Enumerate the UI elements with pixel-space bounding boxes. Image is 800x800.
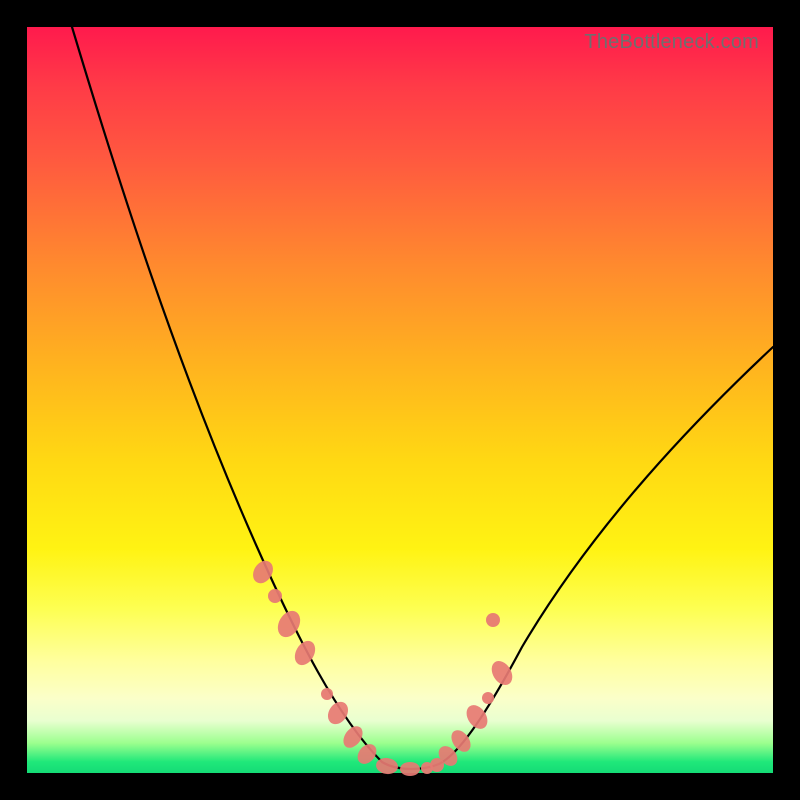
chart-svg bbox=[27, 27, 773, 773]
chart-frame: TheBottleneck.com bbox=[0, 0, 800, 800]
bottleneck-curve bbox=[72, 27, 773, 769]
chart-plot-area: TheBottleneck.com bbox=[27, 27, 773, 773]
marker-group bbox=[249, 557, 517, 776]
